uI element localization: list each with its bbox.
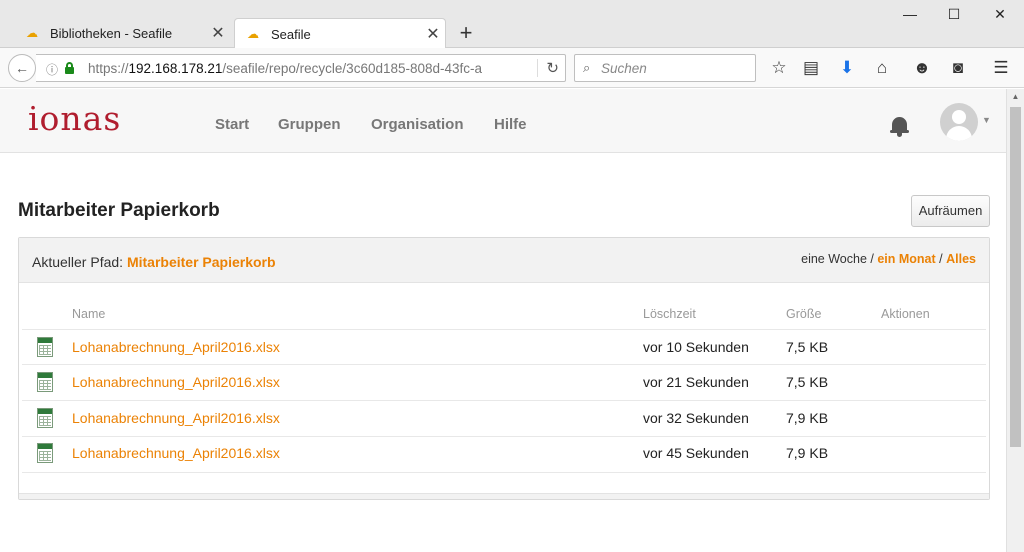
bell-icon[interactable]: [890, 115, 909, 137]
scroll-up-icon[interactable]: ▲: [1007, 89, 1024, 105]
column-deleted: Löschzeit: [643, 307, 696, 321]
deleted-time: vor 10 Sekunden: [643, 339, 749, 355]
reading-list-icon[interactable]: ▤: [800, 58, 822, 78]
tab-title: Bibliotheken - Seafile: [50, 25, 173, 41]
star-icon[interactable]: ☆: [768, 58, 790, 78]
url-text[interactable]: https://192.168.178.21/seafile/repo/recy…: [88, 61, 482, 76]
path-label: Aktueller Pfad:: [32, 254, 124, 270]
column-name: Name: [72, 307, 106, 321]
column-size: Größe: [786, 307, 822, 321]
url-bar[interactable]: ⓘ https://192.168.178.21/seafile/repo/re…: [36, 54, 566, 82]
clean-button[interactable]: Aufräumen: [911, 195, 990, 227]
back-arrow-icon[interactable]: ←: [8, 54, 36, 82]
chevron-down-icon[interactable]: ▼: [982, 115, 991, 125]
reload-icon[interactable]: ↻: [537, 59, 559, 77]
browser-titlebar: ☁ Bibliotheken - Seafile ✕ ☁ Seafile ✕ +…: [0, 0, 1024, 49]
trash-panel: Aktueller Pfad: Mitarbeiter Papierkorb e…: [18, 237, 990, 500]
excel-file-icon: [37, 408, 53, 428]
file-name-link[interactable]: Lohanabrechnung_April2016.xlsx: [72, 445, 280, 461]
close-tab-icon[interactable]: ✕: [206, 23, 230, 43]
column-actions: Aktionen: [881, 307, 930, 321]
file-size: 7,5 KB: [786, 339, 829, 355]
tab-title: Seafile: [271, 26, 311, 42]
path-header: Aktueller Pfad: Mitarbeiter Papierkorb e…: [19, 238, 989, 283]
file-size: 7,5 KB: [786, 374, 829, 390]
divider: [22, 364, 986, 365]
scroll-thumb[interactable]: [1010, 107, 1021, 447]
close-window-icon[interactable]: ✕: [985, 6, 1015, 23]
ionas-logo[interactable]: ionas: [28, 99, 121, 138]
file-size: 7,9 KB: [786, 410, 829, 426]
smiley-icon[interactable]: ☻: [911, 58, 933, 78]
divider: [22, 400, 986, 401]
range-month[interactable]: ein Monat: [877, 252, 935, 266]
menu-icon[interactable]: ☰: [990, 58, 1012, 78]
avatar[interactable]: [940, 103, 978, 141]
deleted-time: vor 32 Sekunden: [643, 410, 749, 426]
seafile-favicon-icon: ☁: [26, 26, 38, 40]
excel-file-icon: [37, 443, 53, 463]
download-icon[interactable]: ⬇: [836, 58, 858, 78]
new-tab-icon[interactable]: +: [456, 20, 476, 46]
range-week[interactable]: eine Woche: [801, 252, 867, 266]
minimize-icon[interactable]: —: [895, 6, 925, 22]
breadcrumb: Aktueller Pfad: Mitarbeiter Papierkorb: [32, 254, 276, 270]
nav-organisation[interactable]: Organisation: [371, 116, 464, 133]
time-range-filter: eine Woche / ein Monat / Alles: [801, 252, 976, 266]
maximize-icon[interactable]: ☐: [939, 6, 969, 23]
panel-footer: [19, 493, 989, 499]
file-name-link[interactable]: Lohanabrechnung_April2016.xlsx: [72, 339, 280, 355]
lock-icon: [65, 62, 74, 74]
divider: [22, 472, 986, 473]
info-icon[interactable]: ⓘ: [46, 61, 58, 78]
page-scrollbar[interactable]: ▲: [1006, 89, 1024, 552]
nav-hilfe[interactable]: Hilfe: [494, 116, 527, 133]
file-name-link[interactable]: Lohanabrechnung_April2016.xlsx: [72, 410, 280, 426]
page-title: Mitarbeiter Papierkorb: [18, 200, 220, 221]
nav-start[interactable]: Start: [215, 116, 249, 133]
range-all[interactable]: Alles: [946, 252, 976, 266]
excel-file-icon: [37, 337, 53, 357]
divider: [22, 329, 986, 330]
file-size: 7,9 KB: [786, 445, 829, 461]
deleted-time: vor 45 Sekunden: [643, 445, 749, 461]
nav-gruppen[interactable]: Gruppen: [278, 116, 341, 133]
divider: [22, 436, 986, 437]
deleted-time: vor 21 Sekunden: [643, 374, 749, 390]
seafile-favicon-icon: ☁: [247, 27, 259, 41]
close-tab-icon[interactable]: ✕: [421, 24, 445, 44]
tab-bibliotheken[interactable]: ☁ Bibliotheken - Seafile ✕: [14, 18, 230, 48]
excel-file-icon: [37, 372, 53, 392]
path-link[interactable]: Mitarbeiter Papierkorb: [127, 254, 276, 270]
tab-seafile[interactable]: ☁ Seafile ✕: [234, 18, 446, 49]
home-icon[interactable]: ⌂: [871, 58, 893, 78]
search-input[interactable]: ⌕ Suchen: [574, 54, 756, 82]
search-icon: ⌕: [583, 60, 591, 75]
app-header: ionas Start Gruppen Organisation Hilfe ▼: [0, 89, 1006, 153]
pocket-icon[interactable]: ◙: [947, 58, 969, 78]
search-placeholder: Suchen: [601, 61, 647, 76]
file-name-link[interactable]: Lohanabrechnung_April2016.xlsx: [72, 374, 280, 390]
